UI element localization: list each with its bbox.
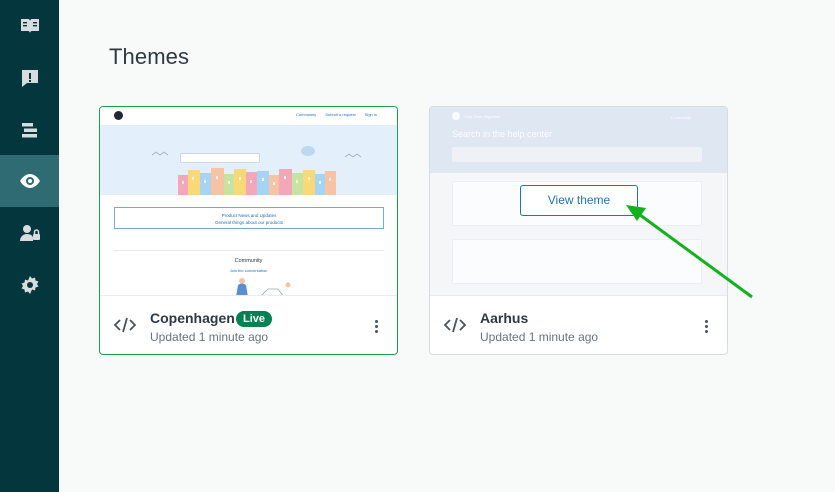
preview-nav-links: Community Submit a request Sign in bbox=[288, 112, 377, 117]
sidebar-item-alerts[interactable] bbox=[0, 52, 59, 104]
preview-divider bbox=[114, 250, 384, 251]
preview-hero-title: Search in the help center bbox=[452, 129, 553, 139]
code-icon bbox=[444, 317, 466, 333]
alert-icon bbox=[21, 70, 38, 87]
sidebar bbox=[0, 0, 59, 492]
sidebar-item-settings[interactable] bbox=[0, 259, 59, 311]
preview-news-block: Product News and Updates General things … bbox=[114, 207, 384, 229]
theme-preview[interactable]: Community Submit a request Sign in Produ… bbox=[100, 107, 397, 296]
kebab-dot bbox=[374, 330, 378, 333]
preview-brand: Help Desk Migration bbox=[464, 114, 501, 119]
gear-icon bbox=[21, 276, 38, 294]
community-illustration bbox=[236, 278, 291, 295]
preview-link-sign-in: Sign in bbox=[364, 112, 377, 117]
more-options-button[interactable] bbox=[373, 320, 379, 336]
theme-updated: Updated 1 minute ago bbox=[480, 330, 599, 344]
theme-card-copenhagen[interactable]: Community Submit a request Sign in Produ… bbox=[99, 106, 398, 355]
kebab-dot bbox=[704, 330, 708, 333]
user-lock-icon bbox=[19, 225, 40, 241]
view-theme-button[interactable]: View theme bbox=[520, 185, 638, 216]
sidebar-item-user-permissions[interactable] bbox=[0, 207, 59, 259]
theme-card-footer: Copenhagen Live Updated 1 minute ago bbox=[100, 296, 397, 354]
preview-link-submit: Submit a request bbox=[325, 112, 356, 117]
page-title: Themes bbox=[109, 44, 190, 69]
eye-icon bbox=[19, 174, 40, 188]
kebab-dot bbox=[374, 325, 378, 328]
kebab-dot bbox=[374, 320, 378, 323]
preview-community-title: Community bbox=[234, 258, 263, 264]
logo-icon bbox=[114, 111, 123, 120]
preview-news-subtitle: General things about our products bbox=[214, 220, 284, 225]
preview-search-input bbox=[180, 153, 260, 163]
preview-community-subtitle: Join the conversation bbox=[229, 268, 268, 273]
theme-card-aarhus[interactable]: Help Desk Migration Community Search in … bbox=[429, 106, 728, 355]
sidebar-item-arrange[interactable] bbox=[0, 104, 59, 156]
preview-link-community: Community bbox=[296, 112, 317, 117]
theme-name: Copenhagen bbox=[150, 310, 235, 326]
theme-preview[interactable]: Help Desk Migration Community Search in … bbox=[430, 107, 727, 296]
preview-news-title: Product News and Updates bbox=[221, 213, 277, 218]
guide-icon bbox=[20, 19, 39, 33]
preview-nav-link: Community bbox=[670, 115, 691, 120]
live-badge: Live bbox=[236, 311, 273, 327]
preview-category-panel bbox=[452, 239, 702, 284]
more-options-button[interactable] bbox=[703, 320, 709, 336]
preview-hero: Help Desk Migration Community Search in … bbox=[430, 107, 727, 173]
sidebar-item-guide[interactable] bbox=[0, 0, 59, 52]
theme-card-footer: Aarhus Updated 1 minute ago bbox=[430, 296, 727, 354]
kebab-dot bbox=[704, 320, 708, 323]
kebab-dot bbox=[704, 325, 708, 328]
code-icon bbox=[114, 317, 136, 333]
sidebar-item-guide-preview[interactable] bbox=[0, 155, 59, 207]
theme-name: Aarhus bbox=[480, 310, 529, 326]
preview-search-input bbox=[452, 147, 702, 162]
theme-updated: Updated 1 minute ago bbox=[150, 330, 269, 344]
arrange-icon bbox=[21, 123, 37, 138]
logo-icon bbox=[452, 112, 460, 120]
preview-header: Community Submit a request Sign in bbox=[100, 107, 397, 125]
